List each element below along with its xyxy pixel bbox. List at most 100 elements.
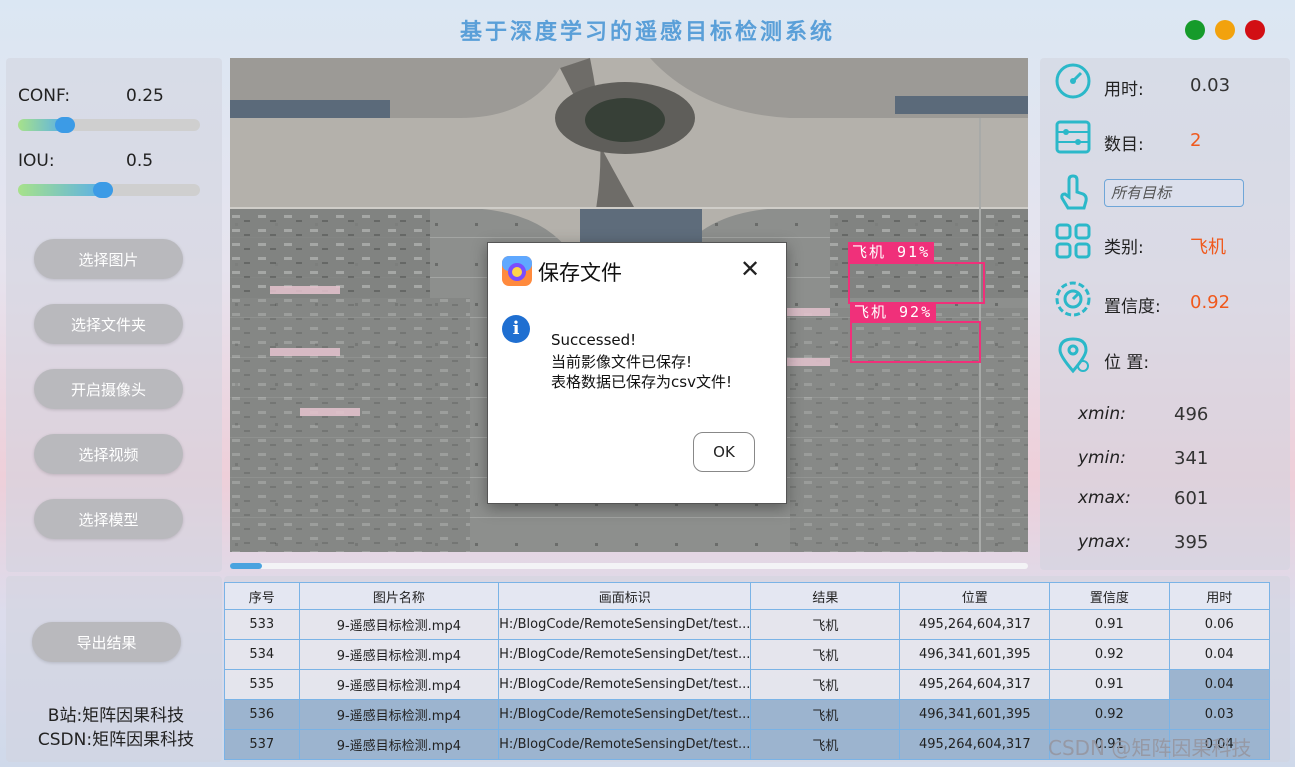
- time-value: 0.03: [1190, 75, 1231, 96]
- close-window-button[interactable]: [1245, 20, 1265, 40]
- table-cell: 533: [224, 609, 300, 640]
- column-header[interactable]: 用时: [1168, 582, 1270, 610]
- table-cell: 0.91: [1049, 669, 1170, 700]
- select-folder-button[interactable]: 选择文件夹: [34, 304, 183, 344]
- ymin-value: 341: [1174, 448, 1209, 469]
- abacus-icon: [1055, 120, 1091, 154]
- detection-box: [850, 321, 981, 363]
- conf-value: 0.25: [126, 86, 164, 106]
- table-cell: 0.03: [1168, 699, 1270, 730]
- table-cell: 496,341,601,395: [899, 639, 1051, 670]
- table-row-selected[interactable]: 536 9-遥感目标检测.mp4 H:/BlogCode/RemoteSensi…: [224, 699, 1270, 730]
- column-header[interactable]: 位置: [899, 582, 1051, 610]
- confidence-label: 置信度:: [1104, 297, 1161, 317]
- info-icon: i: [502, 315, 530, 343]
- dialog-message-line: 表格数据已保存为csv文件!: [551, 373, 732, 391]
- table-cell: 495,264,604,317: [899, 669, 1051, 700]
- table-cell: 534: [224, 639, 300, 670]
- table-cell: 0.06: [1168, 609, 1270, 640]
- count-label: 数目:: [1104, 135, 1144, 155]
- table-cell: 飞机: [750, 639, 901, 670]
- table-cell: 0.92: [1049, 699, 1170, 730]
- dialog-message-title: Successed!: [551, 331, 637, 349]
- save-file-dialog: 保存文件 ✕ i Successed! 当前影像文件已保存! 表格数据已保存为c…: [487, 242, 787, 504]
- class-value: 飞机: [1190, 237, 1226, 258]
- video-progress-bar[interactable]: [230, 563, 1028, 569]
- ymin-label: ymin:: [1078, 448, 1126, 468]
- conf-slider[interactable]: [18, 117, 200, 133]
- table-cell: 飞机: [750, 669, 901, 700]
- brand-bilibili: B站:矩阵因果科技: [47, 706, 185, 726]
- maximize-button[interactable]: [1185, 20, 1205, 40]
- detection-label: 飞机 92%: [850, 302, 937, 322]
- table-cell: 飞机: [750, 699, 901, 730]
- table-cell: 0.04: [1168, 639, 1270, 670]
- count-value: 2: [1190, 130, 1202, 151]
- table-row[interactable]: 534 9-遥感目标检测.mp4 H:/BlogCode/RemoteSensi…: [224, 639, 1270, 670]
- xmax-label: xmax:: [1078, 488, 1131, 508]
- column-header[interactable]: 画面标识: [498, 582, 752, 610]
- table-header-row: 序号 图片名称 画面标识 结果 位置 置信度 用时: [224, 582, 1270, 610]
- dialog-title: 保存文件: [538, 261, 622, 285]
- table-cell: 496,341,601,395: [899, 699, 1051, 730]
- app-logo-icon: [502, 256, 532, 286]
- table-cell: 9-遥感目标检测.mp4: [298, 639, 500, 670]
- detection-box: [848, 262, 985, 304]
- xmin-label: xmin:: [1078, 404, 1126, 424]
- iou-slider[interactable]: [18, 182, 200, 198]
- table-cell: 9-遥感目标检测.mp4: [298, 609, 500, 640]
- table-cell: 495,264,604,317: [899, 729, 1051, 760]
- table-cell: 536: [224, 699, 300, 730]
- detection-label: 飞机 91%: [848, 242, 935, 262]
- app-title: 基于深度学习的遥感目标检测系统: [459, 19, 835, 45]
- table-cell: 9-遥感目标检测.mp4: [298, 699, 500, 730]
- table-cell: 飞机: [750, 609, 901, 640]
- category-grid-icon: [1055, 223, 1091, 259]
- column-header[interactable]: 置信度: [1049, 582, 1170, 610]
- column-header[interactable]: 序号: [224, 582, 300, 610]
- watermark: CSDN @矩阵因果科技: [1048, 736, 1252, 760]
- conf-slider-handle[interactable]: [55, 117, 75, 133]
- iou-label: IOU:: [18, 151, 55, 171]
- pointer-hand-icon: [1060, 174, 1088, 210]
- table-row[interactable]: 533 9-遥感目标检测.mp4 H:/BlogCode/RemoteSensi…: [224, 609, 1270, 640]
- time-label: 用时:: [1104, 80, 1144, 100]
- xmax-value: 601: [1174, 488, 1209, 509]
- column-header[interactable]: 图片名称: [298, 582, 500, 610]
- table-cell: 飞机: [750, 729, 901, 760]
- brand-csdn: CSDN:矩阵因果科技: [37, 730, 195, 750]
- position-label: 位 置:: [1104, 353, 1150, 373]
- close-icon[interactable]: ✕: [740, 257, 760, 281]
- table-cell: 0.91: [1049, 609, 1170, 640]
- table-cell: H:/BlogCode/RemoteSensingDet/test...: [498, 639, 752, 670]
- table-cell: 537: [224, 729, 300, 760]
- minimize-button[interactable]: [1215, 20, 1235, 40]
- ymax-value: 395: [1174, 532, 1209, 553]
- open-camera-button[interactable]: 开启摄像头: [34, 369, 183, 409]
- table-cell: H:/BlogCode/RemoteSensingDet/test...: [498, 609, 752, 640]
- class-label: 类别:: [1104, 238, 1144, 258]
- table-cell: 0.92: [1049, 639, 1170, 670]
- table-cell: H:/BlogCode/RemoteSensingDet/test...: [498, 669, 752, 700]
- target-select[interactable]: 所有目标: [1104, 179, 1244, 207]
- column-header[interactable]: 结果: [750, 582, 901, 610]
- table-cell: 495,264,604,317: [899, 609, 1051, 640]
- ok-button[interactable]: OK: [693, 432, 755, 472]
- ymax-label: ymax:: [1078, 532, 1131, 552]
- select-video-button[interactable]: 选择视频: [34, 434, 183, 474]
- select-image-button[interactable]: 选择图片: [34, 239, 183, 279]
- table-cell: H:/BlogCode/RemoteSensingDet/test...: [498, 729, 752, 760]
- table-cell: 9-遥感目标检测.mp4: [298, 669, 500, 700]
- select-model-button[interactable]: 选择模型: [34, 499, 183, 539]
- speedometer-icon: [1055, 63, 1091, 99]
- table-row[interactable]: 535 9-遥感目标检测.mp4 H:/BlogCode/RemoteSensi…: [224, 669, 1270, 700]
- conf-label: CONF:: [18, 86, 71, 106]
- gauge-icon: [1055, 281, 1091, 317]
- table-cell: 9-遥感目标检测.mp4: [298, 729, 500, 760]
- iou-slider-handle[interactable]: [93, 182, 113, 198]
- location-pin-icon: [1058, 337, 1089, 374]
- table-cell: 535: [224, 669, 300, 700]
- export-results-button[interactable]: 导出结果: [32, 622, 181, 662]
- xmin-value: 496: [1174, 404, 1209, 425]
- video-progress-fill: [230, 563, 262, 569]
